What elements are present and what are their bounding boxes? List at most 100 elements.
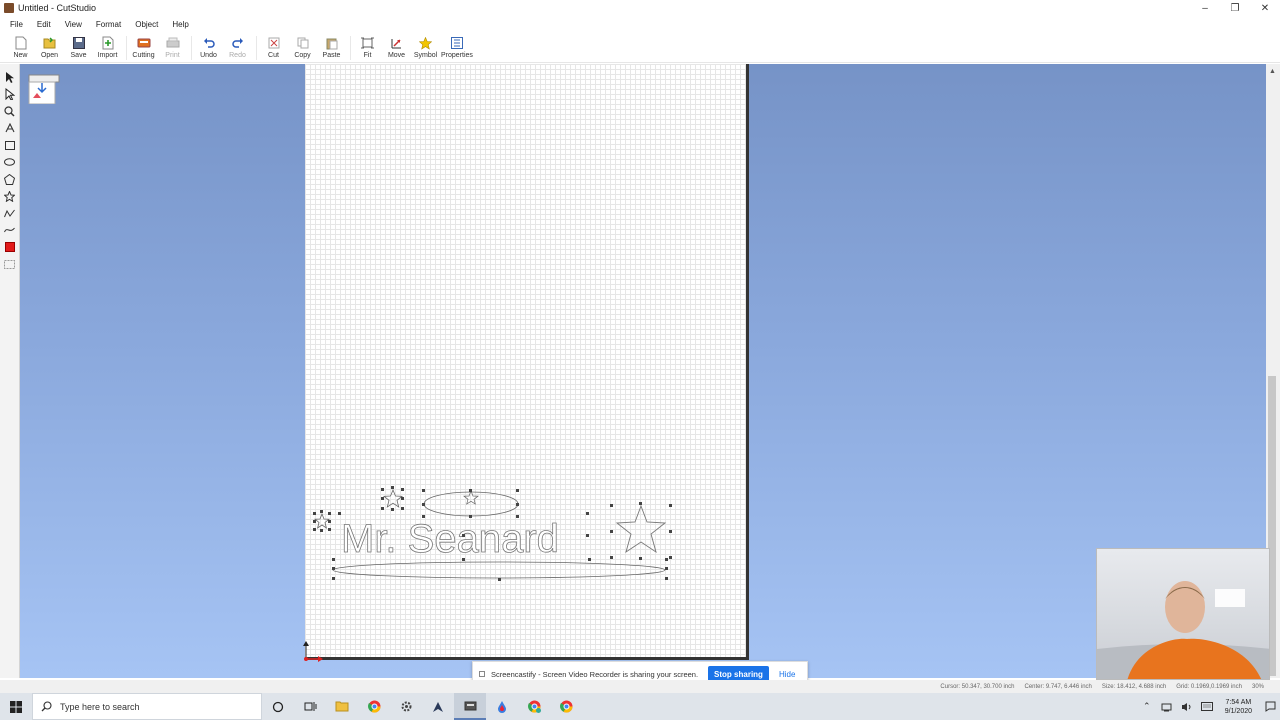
cut-icon [267, 36, 281, 50]
open-button[interactable]: Open [36, 33, 63, 59]
copy-button[interactable]: Copy [289, 33, 316, 59]
toolbar-separator [350, 36, 351, 60]
share-message: Screencastify - Screen Video Recorder is… [491, 669, 699, 679]
system-tray: ⌃ 7:54 AM 9/1/2020 [1137, 693, 1280, 720]
menu-format[interactable]: Format [94, 20, 123, 29]
print-button[interactable]: Print [159, 33, 186, 59]
windows-logo-icon [10, 700, 22, 713]
polygon-tool-icon[interactable] [3, 172, 17, 186]
cutstudio-app-icon [4, 3, 14, 13]
show-hidden-icons-icon[interactable]: ⌃ [1137, 693, 1157, 720]
status-bar: Cursor: 50.347, 30.700 inch Center: 9.74… [0, 680, 1280, 693]
properties-button[interactable]: Properties [441, 33, 473, 59]
file-explorer-icon[interactable] [326, 693, 358, 720]
webcam-person-image [1097, 581, 1269, 679]
window-controls: – ❐ ✕ [1190, 0, 1280, 16]
design-text[interactable]: Mr. Seanard [341, 517, 560, 562]
close-button[interactable]: ✕ [1250, 0, 1280, 16]
large-star-shape[interactable] [610, 502, 672, 560]
start-button[interactable] [0, 693, 32, 720]
fit-button[interactable]: Fit [354, 33, 381, 59]
print-icon [166, 36, 180, 50]
taskbar-search-box[interactable]: Type here to search [32, 693, 262, 720]
taskbar-clock[interactable]: 7:54 AM 9/1/2020 [1225, 698, 1252, 716]
selection-size: Size: 18.412, 4.688 inch [1101, 683, 1167, 690]
settings-gear-icon[interactable] [390, 693, 422, 720]
ellipse-tool-icon[interactable] [3, 155, 17, 169]
volume-icon[interactable] [1177, 693, 1197, 720]
redo-button[interactable]: Redo [224, 33, 251, 59]
save-icon [72, 36, 86, 50]
curve-tool-icon[interactable] [3, 223, 17, 237]
copy-icon [296, 36, 310, 50]
toolbar-separator [191, 36, 192, 60]
clock-date: 9/1/2020 [1224, 707, 1252, 715]
crop-marks-icon[interactable] [3, 257, 17, 271]
window-title: Untitled - CutStudio [18, 3, 97, 13]
paste-icon [325, 36, 339, 50]
hide-button[interactable]: Hide [779, 670, 795, 679]
minimize-button[interactable]: – [1190, 0, 1220, 16]
notifications-icon[interactable] [1260, 693, 1280, 720]
task-view-icon[interactable] [294, 693, 326, 720]
menu-view[interactable]: View [63, 20, 84, 29]
bottom-ellipse-shape[interactable] [332, 558, 668, 581]
new-icon [14, 36, 28, 50]
toolbar-separator [126, 36, 127, 60]
drawing-tools-panel [0, 64, 20, 678]
cutting-button[interactable]: Cutting [130, 33, 157, 59]
rectangle-tool-icon[interactable] [3, 138, 17, 152]
save-button[interactable]: Save [65, 33, 92, 59]
small-star-shape-left[interactable] [313, 510, 331, 532]
node-edit-icon[interactable] [3, 87, 17, 101]
zoom-icon[interactable] [3, 104, 17, 118]
clock-time: 7:54 AM [1225, 698, 1252, 706]
chrome-app-icon[interactable] [550, 693, 582, 720]
color-swatch-icon[interactable] [3, 240, 17, 254]
symbol-icon [419, 36, 433, 50]
move-icon [390, 36, 404, 50]
toolbar: New Open Save Import Cutting Print Undo … [0, 33, 1280, 63]
center-position: Center: 9.747, 6.446 inch [1024, 683, 1092, 690]
maximize-button[interactable]: ❐ [1220, 0, 1250, 16]
menu-edit[interactable]: Edit [35, 20, 53, 29]
move-button[interactable]: Move [383, 33, 410, 59]
paste-button[interactable]: Paste [318, 33, 345, 59]
new-button[interactable]: New [7, 33, 34, 59]
redo-icon [231, 36, 245, 50]
scroll-up-icon[interactable]: ▲ [1269, 68, 1276, 75]
chrome-profile-icon[interactable] [518, 693, 550, 720]
open-icon [43, 36, 57, 50]
title-bar: Untitled - CutStudio – ❐ ✕ [0, 0, 1280, 16]
text-tool-icon[interactable] [3, 121, 17, 135]
cutstudio-taskbar-icon[interactable] [454, 693, 486, 720]
color-drop-app-icon[interactable] [486, 693, 518, 720]
menu-help[interactable]: Help [170, 20, 190, 29]
undo-button[interactable]: Undo [195, 33, 222, 59]
keyboard-icon[interactable] [1197, 693, 1217, 720]
import-button[interactable]: Import [94, 33, 121, 59]
select-arrow-icon[interactable] [3, 70, 17, 84]
polyline-tool-icon[interactable] [3, 206, 17, 220]
menu-object[interactable]: Object [133, 20, 160, 29]
small-star-shape[interactable] [381, 486, 404, 511]
origin-marker-icon [303, 641, 323, 662]
cursor-position: Cursor: 50.347, 30.700 inch [940, 683, 1015, 690]
top-ellipse-shape[interactable] [422, 489, 519, 518]
navigation-app-icon[interactable] [422, 693, 454, 720]
menu-file[interactable]: File [8, 20, 25, 29]
menu-bar: File Edit View Format Object Help [0, 17, 201, 31]
grid-size: Grid: 0.1969,0.1969 inch [1176, 683, 1242, 690]
chrome-icon[interactable] [358, 693, 390, 720]
symbol-button[interactable]: Symbol [412, 33, 439, 59]
import-icon [101, 36, 115, 50]
star-tool-icon[interactable] [3, 189, 17, 203]
network-icon[interactable] [1157, 693, 1177, 720]
cut-button[interactable]: Cut [260, 33, 287, 59]
design-objects[interactable]: Mr. Seanard [305, 484, 685, 594]
cutting-machine-icon[interactable] [27, 72, 61, 105]
cortana-icon[interactable] [262, 693, 294, 720]
fit-icon [361, 36, 375, 50]
webcam-overlay [1096, 548, 1270, 680]
properties-icon [450, 36, 464, 50]
